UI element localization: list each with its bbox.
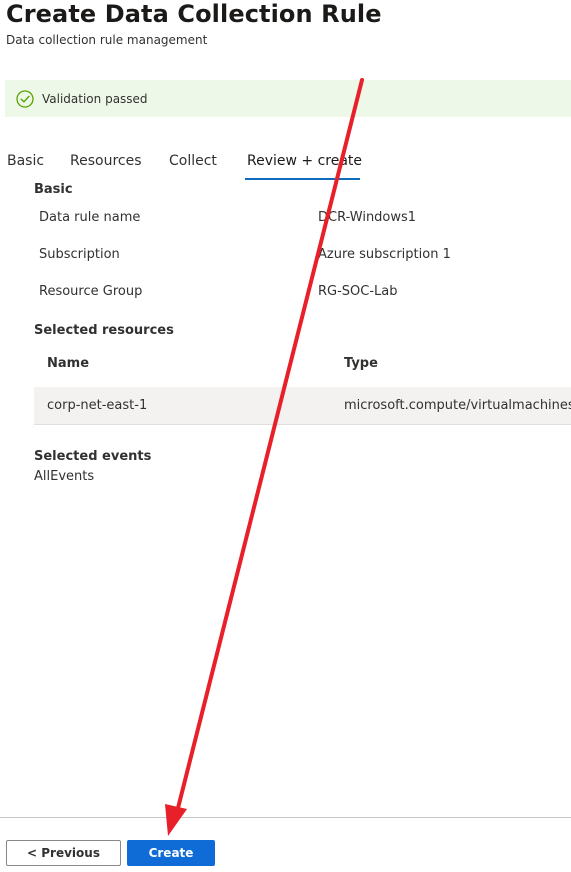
validation-message: Validation passed <box>42 91 148 106</box>
tab-review-create[interactable]: Review + create <box>247 153 362 169</box>
create-button[interactable]: Create <box>127 840 215 866</box>
validation-banner: Validation passed <box>5 80 571 117</box>
selected-events-heading: Selected events <box>34 449 152 464</box>
data-rule-name-label: Data rule name <box>39 210 141 225</box>
tab-resources[interactable]: Resources <box>70 153 142 169</box>
resource-type-cell: microsoft.compute/virtualmachines <box>344 398 571 413</box>
subscription-label: Subscription <box>39 247 120 262</box>
selected-resources-heading: Selected resources <box>34 323 174 338</box>
column-header-type: Type <box>344 356 378 371</box>
footer-divider <box>0 817 571 818</box>
tab-collect[interactable]: Collect <box>169 153 217 169</box>
tab-basic[interactable]: Basic <box>7 153 44 169</box>
active-tab-indicator <box>245 178 360 180</box>
subscription-value: Azure subscription 1 <box>318 247 451 262</box>
data-rule-name-value: DCR-Windows1 <box>318 210 417 225</box>
page-title: Create Data Collection Rule <box>6 0 382 28</box>
resource-group-value: RG-SOC-Lab <box>318 284 398 299</box>
previous-button[interactable]: < Previous <box>6 840 121 866</box>
annotation-arrow <box>165 78 364 836</box>
basic-section-heading: Basic <box>34 182 73 197</box>
table-row: corp-net-east-1 microsoft.compute/virtua… <box>34 387 571 425</box>
page-subtitle: Data collection rule management <box>6 33 208 47</box>
resource-group-label: Resource Group <box>39 284 143 299</box>
resource-name-cell: corp-net-east-1 <box>47 398 148 413</box>
selected-events-value: AllEvents <box>34 469 95 484</box>
column-header-name: Name <box>47 356 90 371</box>
check-circle-icon <box>16 89 34 108</box>
